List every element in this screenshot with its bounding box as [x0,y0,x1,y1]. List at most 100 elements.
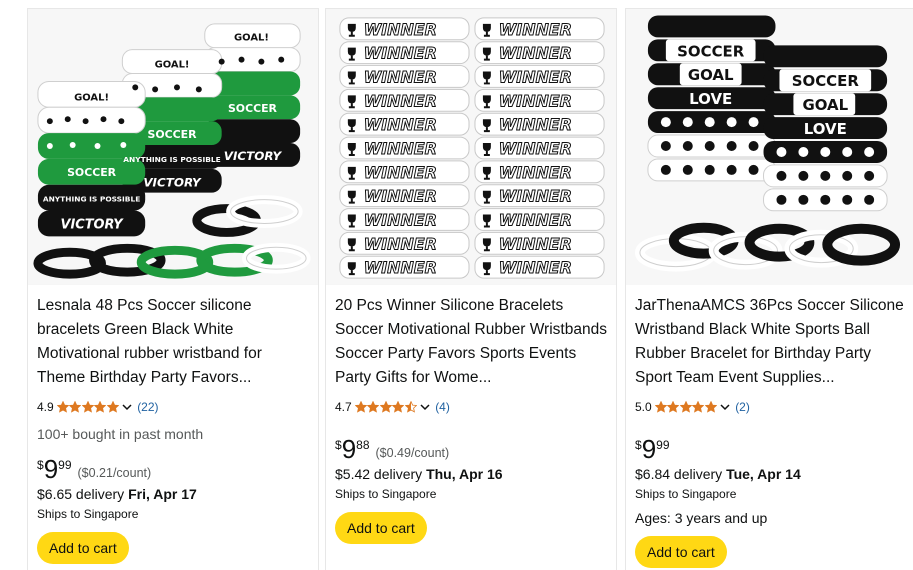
trophy-icon [482,190,491,204]
trophy-icon [347,23,356,37]
star-icon [81,401,94,413]
delivery-price: $6.84 delivery [635,466,727,482]
svg-text:ANYTHING IS POSSIBLE: ANYTHING IS POSSIBLE [123,155,220,164]
trophy-icon [482,71,491,85]
svg-text:SOCCER: SOCCER [677,42,745,60]
winner-label: WINNER [364,234,437,253]
star-icon [667,401,680,413]
price-fraction: 99 [656,438,670,452]
winner-label: WINNER [364,258,437,277]
winner-label: WINNER [364,20,437,39]
trophy-icon [482,238,491,252]
svg-text:SOCCER: SOCCER [148,128,198,141]
review-count-link[interactable]: (2) [735,400,750,414]
delivery-info: $6.65 delivery Fri, Apr 17 [37,486,197,502]
trophy-icon [347,214,356,228]
delivery-price: $6.65 delivery [37,486,129,502]
delivery-price: $5.42 delivery [335,466,427,482]
star-icon [69,401,82,413]
trophy-icon [347,95,356,109]
rating-row-2[interactable]: 4.7 (4) [335,399,450,415]
product-title-2[interactable]: 20 Pcs Winner Silicone Bracelets Soccer … [335,294,607,390]
rating-row-3[interactable]: 5.0 (2) [635,399,750,415]
svg-text:SOCCER: SOCCER [792,72,860,90]
svg-text:LOVE: LOVE [689,90,732,108]
price[interactable]: $ 9 99 [635,436,670,462]
svg-text:GOAL!: GOAL! [74,92,109,103]
trophy-icon [482,119,491,133]
winner-label: WINNER [499,20,572,39]
trophy-icon [347,143,356,156]
ships-to: Ships to Singapore [335,487,437,501]
star-rating-icon [354,401,418,413]
product-image-2[interactable]: WINNER WINNER WINNER WINNER WINNER WINNER WINN… [326,9,616,285]
star-icon [392,401,405,413]
trophy-icon [482,166,491,180]
winner-label: WINNER [499,139,572,158]
svg-text:ANYTHING IS POSSIBLE: ANYTHING IS POSSIBLE [43,195,140,204]
winner-label: WINNER [364,67,437,86]
star-icon [354,401,367,413]
bracelet-image-soccer-goal-love: SOCCER GOAL LOVE SOCCER GOAL LOVE [626,9,913,285]
svg-text:SOCCER: SOCCER [67,166,117,179]
price-whole: 9 [341,434,357,464]
svg-text:VICTORY: VICTORY [224,149,283,163]
trophy-icon [347,190,356,204]
star-icon [94,401,107,413]
star-icon [654,401,667,413]
winner-label: WINNER [364,91,437,110]
delivery-date: Thu, Apr 16 [426,466,503,482]
star-icon [704,401,717,413]
add-to-cart-button[interactable]: Add to cart [335,512,427,544]
price[interactable]: $ 9 88 ($0.49/count) [335,436,449,462]
price-fraction: 88 [356,438,370,452]
product-title-3[interactable]: JarThenaAMCS 36Pcs Soccer Silicone Wrist… [635,294,911,390]
product-image-1[interactable]: GOAL! GOAL! GOAL! SOCCER SOCCER SOCCER A… [28,9,318,285]
product-title-1[interactable]: Lesnala 48 Pcs Soccer silicone bracelets… [37,294,309,390]
price-symbol: $ [37,458,44,472]
chevron-down-icon[interactable] [419,401,431,413]
bracelet-image-green-black-white: GOAL! GOAL! GOAL! SOCCER SOCCER SOCCER A… [28,9,318,285]
rating-value: 4.9 [37,400,54,414]
price[interactable]: $ 9 99 ($0.21/count) [37,456,151,482]
trophy-icon [347,71,356,85]
chevron-down-icon[interactable] [121,401,133,413]
winner-label: WINNER [364,210,437,229]
product-image-3[interactable]: SOCCER GOAL LOVE SOCCER GOAL LOVE [626,9,913,285]
delivery-info: $5.42 delivery Thu, Apr 16 [335,466,503,482]
star-icon [106,401,119,413]
price-fraction: 99 [58,458,72,472]
rating-row-1[interactable]: 4.9 (22) [37,399,159,415]
add-to-cart-button[interactable]: Add to cart [37,532,129,564]
svg-text:GOAL!: GOAL! [234,33,269,44]
winner-label: WINNER [364,115,437,134]
star-icon [379,401,392,413]
delivery-date: Fri, Apr 17 [128,486,197,502]
winner-label: WINNER [499,234,572,253]
trophy-icon [347,262,356,276]
review-count-link[interactable]: (4) [435,400,450,414]
svg-text:LOVE: LOVE [804,120,847,138]
svg-text:GOAL: GOAL [802,96,848,114]
winner-label: WINNER [499,67,572,86]
rating-value: 4.7 [335,400,352,414]
star-rating-icon [56,401,120,413]
rating-value: 5.0 [635,400,652,414]
review-count-link[interactable]: (22) [137,400,158,414]
chevron-down-icon[interactable] [719,401,731,413]
product-card-2: WINNER WINNER WINNER WINNER WINNER WINNER WINN… [325,8,617,570]
svg-text:SOCCER: SOCCER [228,102,278,115]
svg-text:VICTORY: VICTORY [143,176,202,190]
add-to-cart-button[interactable]: Add to cart [635,536,727,568]
star-icon [367,401,380,413]
trophy-icon [482,262,491,276]
ships-to: Ships to Singapore [635,487,737,501]
winner-label: WINNER [499,115,572,134]
star-icon [692,401,705,413]
star-icon [679,401,692,413]
winner-label: WINNER [499,187,572,206]
winner-label: WINNER [364,139,437,158]
age-range: Ages: 3 years and up [635,510,768,526]
trophy-icon [347,238,356,252]
svg-text:VICTORY: VICTORY [60,217,124,232]
